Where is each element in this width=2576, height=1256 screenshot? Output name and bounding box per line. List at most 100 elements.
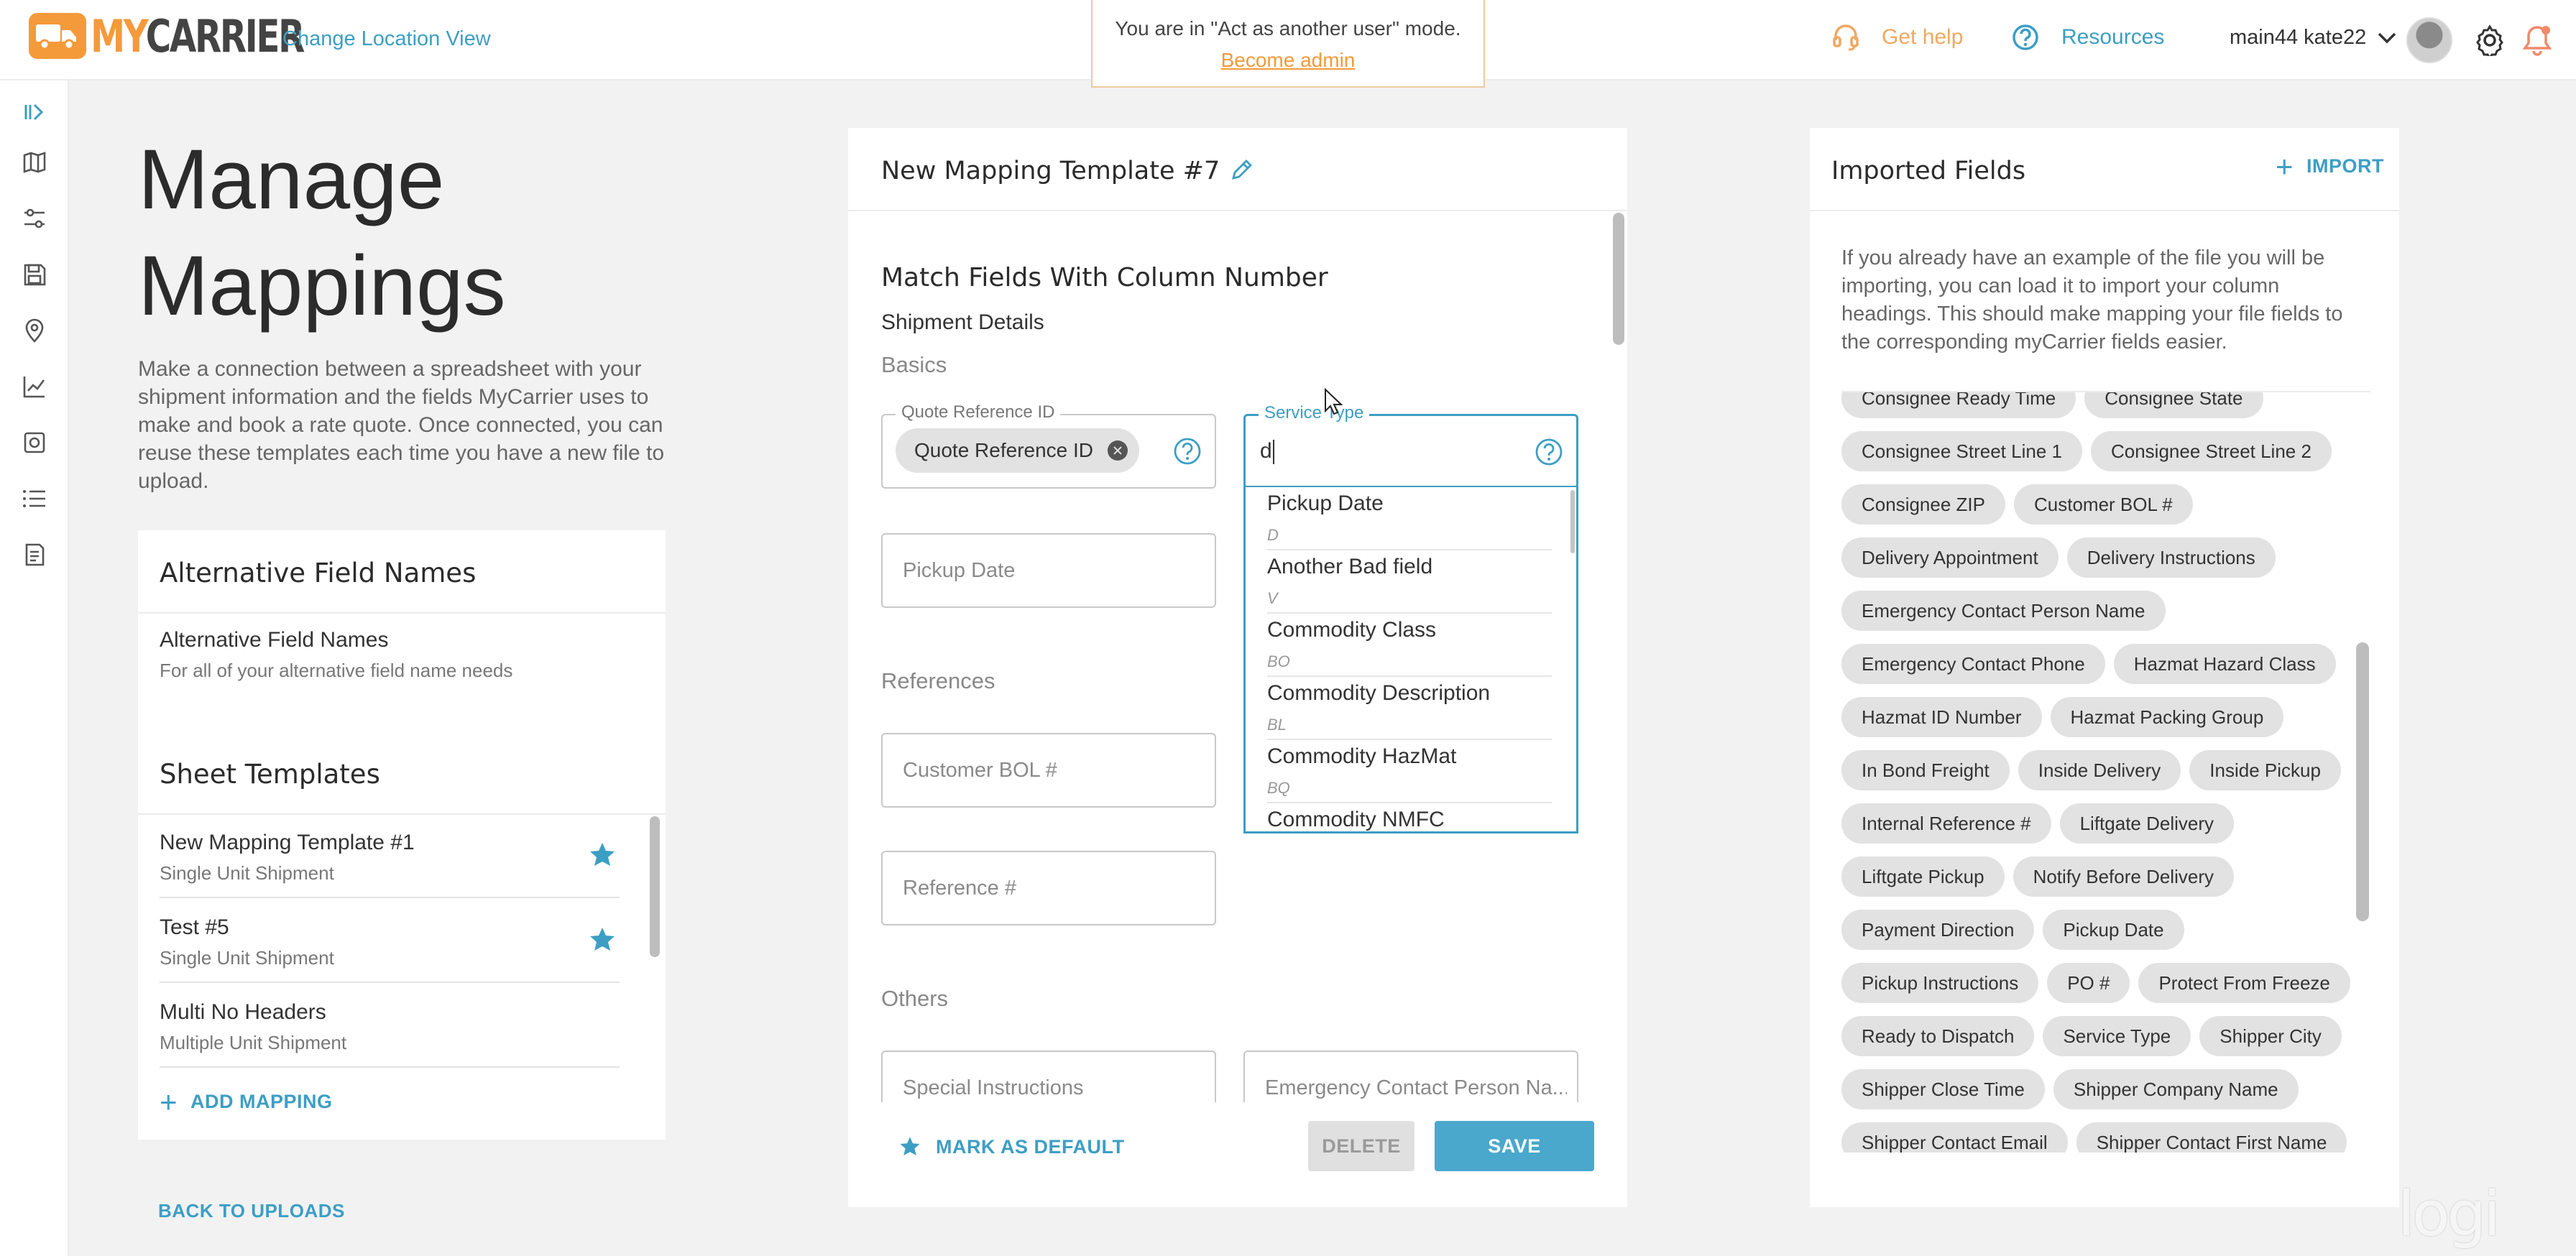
logi-watermark: logi [2398,1178,2501,1250]
add-mapping-button[interactable]: + ADD MAPPING [160,1086,333,1117]
import-button[interactable]: + IMPORT [2276,151,2384,181]
chip-row: Pickup Instructions PO # Protect From Free… [1841,963,2359,1016]
imported-fields-scrollbar[interactable] [2356,642,2369,921]
imported-field-chip[interactable]: Shipper City [2199,1016,2342,1056]
resources-link[interactable]: Resources [2011,23,2164,52]
imported-fields-description: If you already have an example of the fi… [1841,246,2343,354]
page-title: Manage Mappings [138,132,506,333]
imported-field-chip[interactable]: Shipper Contact Email [1841,1122,2068,1153]
chevron-down-icon [2378,32,2396,43]
imported-field-chip[interactable]: Notify Before Delivery [2012,856,2234,897]
delete-button[interactable]: DELETE [1308,1121,1414,1171]
imported-field-chip[interactable]: Liftgate Delivery [2059,803,2235,844]
pencil-icon[interactable] [1229,158,1254,183]
dropdown-option[interactable]: Commodity Class BO [1267,614,1552,677]
back-to-uploads-link[interactable]: BACK TO UPLOADS [158,1200,345,1222]
imported-field-chip[interactable]: Consignee ZIP [1841,484,2005,525]
list-item[interactable]: Multi No Headers Multiple Unit Shipment [160,984,620,1068]
imported-field-chip[interactable]: Protect From Freeze [2138,963,2350,1003]
gear-icon[interactable] [2474,24,2506,60]
location-pin-icon[interactable] [22,318,47,343]
imported-field-chip[interactable]: Delivery Appointment [1841,537,2058,578]
imported-field-chip[interactable]: Ready to Dispatch [1841,1016,2035,1056]
chip-row: Ready to Dispatch Service Type Shipper Cit… [1841,1016,2359,1069]
remove-chip-icon[interactable] [1108,440,1128,461]
field-label: Service Type [1259,403,1370,423]
template-name: Multi No Headers [160,1000,326,1024]
get-help-label: Get help [1882,25,1964,49]
imported-field-chip[interactable]: Delivery Instructions [2066,537,2276,578]
dropdown-option[interactable]: Pickup Date D [1267,487,1552,550]
sliders-icon[interactable] [22,206,47,231]
star-icon[interactable] [588,925,617,954]
group-label-others: Others [881,986,949,1011]
get-help-link[interactable]: Get help [1831,23,1963,52]
bell-icon[interactable] [2521,23,2553,61]
dropdown-option[interactable]: Another Bad field V [1267,550,1552,614]
list-item[interactable]: Test #5 Single Unit Shipment [160,900,620,983]
service-type-dropdown: Pickup Date D Another Bad field V Commodit… [1243,486,1578,834]
sheet-templates-card: Sheet Templates New Mapping Template #1 … [138,731,666,1140]
star-icon[interactable] [588,841,617,869]
quote-reference-field[interactable]: Quote Reference ID Quote Reference ID [881,402,1216,489]
reference-number-field[interactable]: Reference # [881,851,1216,925]
avatar[interactable] [2406,17,2452,63]
dropdown-scrollbar[interactable] [1570,490,1575,553]
imported-field-chip[interactable]: Hazmat ID Number [1841,697,2042,737]
imported-field-chip[interactable]: Consignee Ready Time [1841,392,2076,418]
imported-field-chip[interactable]: Consignee Street Line 2 [2090,431,2332,471]
help-icon[interactable] [1535,438,1563,466]
field-placeholder: Reference # [903,877,1016,900]
alt-field-names-item[interactable]: Alternative Field Names [160,628,388,652]
templates-scrollbar[interactable] [650,816,660,957]
become-admin-link[interactable]: Become admin [1221,49,1356,72]
imported-field-chip[interactable]: Shipper Close Time [1841,1069,2045,1109]
imported-field-chip[interactable]: PO # [2047,963,2130,1003]
field-placeholder: Special Instructions [903,1076,1084,1099]
service-type-field[interactable]: Service Type d [1243,403,1578,489]
pickup-date-field[interactable]: Pickup Date [881,533,1216,608]
alternative-field-names-card: Alternative Field Names Alternative Fiel… [138,530,666,747]
imported-field-chip[interactable]: Emergency Contact Phone [1841,644,2105,684]
imported-field-chip[interactable]: Liftgate Pickup [1841,856,2005,897]
help-icon[interactable] [1173,437,1202,466]
save-button[interactable]: SAVE [1435,1121,1594,1171]
expand-nav-icon[interactable] [22,99,47,125]
imported-field-chip[interactable]: Internal Reference # [1841,803,2051,844]
imported-field-chip[interactable]: Hazmat Hazard Class [2113,644,2336,684]
invoice-icon[interactable] [22,430,47,456]
list-item[interactable]: New Mapping Template #1 Single Unit Ship… [160,815,620,898]
imported-field-chip[interactable]: Consignee Street Line 1 [1841,431,2082,471]
dropdown-option[interactable]: Commodity Description BL [1267,677,1552,740]
imported-field-chip[interactable]: Customer BOL # [2013,484,2193,525]
imported-field-chip[interactable]: Emergency Contact Person Name [1841,591,2166,631]
document-icon[interactable] [22,542,47,568]
customer-bol-field[interactable]: Customer BOL # [881,733,1216,808]
change-location-link[interactable]: Change Location View [282,27,491,51]
imported-field-chip[interactable]: Shipper Company Name [2053,1069,2299,1109]
imported-field-chip[interactable]: Consignee State [2084,392,2263,418]
dropdown-option[interactable]: Commodity HazMat BQ [1267,740,1552,803]
save-disk-icon[interactable] [22,262,47,287]
mark-as-default-button[interactable]: MARK AS DEFAULT [898,1135,1124,1158]
dropdown-option[interactable]: Commodity NMFC [1267,803,1552,831]
imported-field-chip[interactable]: Shipper Contact First Name [2076,1122,2347,1153]
imported-field-chip[interactable]: Pickup Date [2043,910,2184,950]
imported-field-chip[interactable]: Inside Delivery [2018,750,2181,790]
imported-field-chip[interactable]: Payment Direction [1841,910,2035,950]
analytics-chart-icon[interactable] [22,374,47,400]
map-icon[interactable] [22,149,47,175]
chip-row: Consignee Ready Time Consignee State [1841,392,2359,431]
imported-field-chip[interactable]: Service Type [2043,1016,2191,1056]
imported-field-chip[interactable]: Inside Pickup [2189,750,2341,790]
field-label: Quote Reference ID [896,402,1061,422]
imported-field-chip[interactable]: Pickup Instructions [1841,963,2039,1003]
user-menu[interactable]: main44 kate22 [2230,26,2398,50]
resources-label: Resources [2061,25,2165,49]
list-icon[interactable] [22,486,47,512]
editor-scrollbar[interactable] [1613,213,1624,345]
imported-field-chip[interactable]: Hazmat Packing Group [2050,697,2284,737]
group-label-references: References [881,668,995,693]
imported-field-chip[interactable]: In Bond Freight [1841,750,2010,790]
chip-row: Liftgate Pickup Notify Before Delivery [1841,856,2359,910]
